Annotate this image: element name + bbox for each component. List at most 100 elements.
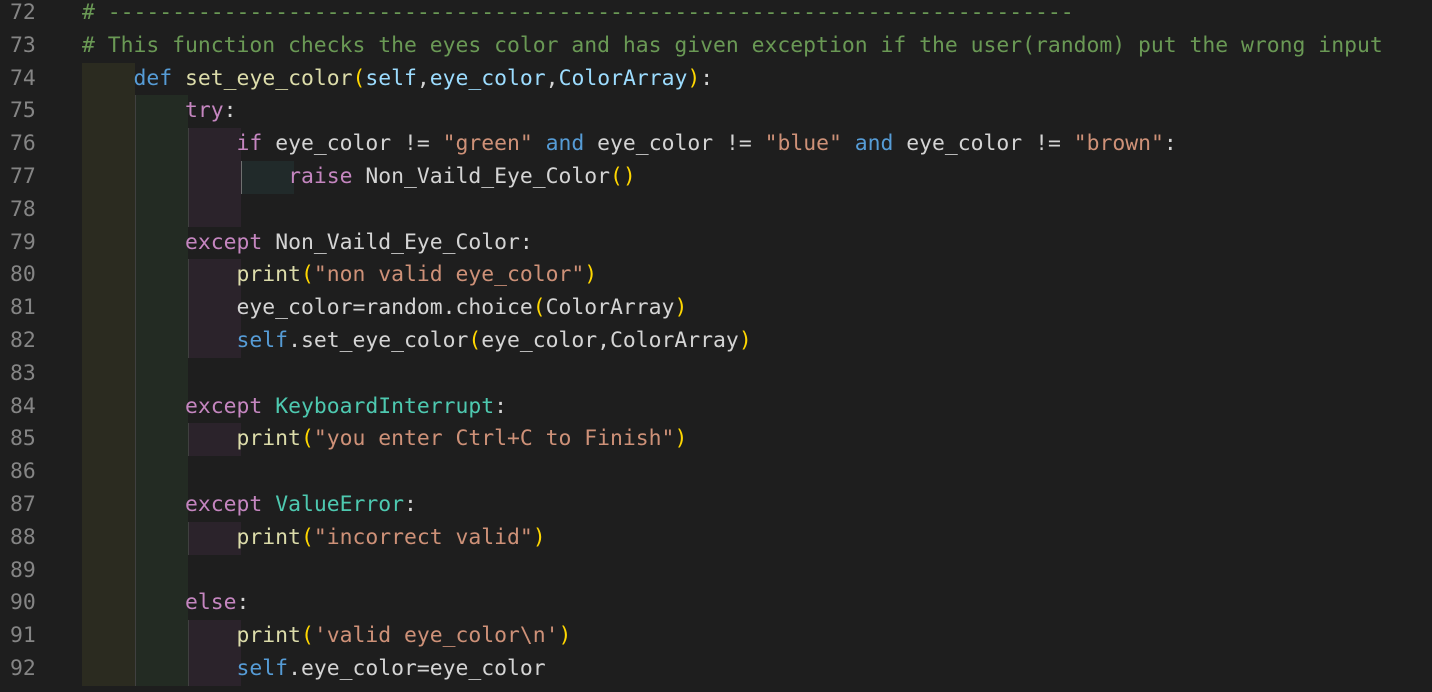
code-text[interactable]: try: xyxy=(82,95,237,128)
code-token: 'valid eye_color\n' xyxy=(313,623,559,649)
line-number[interactable]: 77 xyxy=(0,161,70,194)
code-token: : xyxy=(494,393,508,419)
code-line[interactable]: 73 # This function checks the eyes color … xyxy=(0,30,1432,63)
line-number[interactable]: 90 xyxy=(0,587,70,620)
code-line[interactable]: 78 xyxy=(0,193,1432,227)
line-number[interactable]: 75 xyxy=(0,95,70,128)
code-text[interactable]: self.eye_color=eye_color xyxy=(82,653,546,686)
code-line[interactable]: 84 except KeyboardInterrupt: xyxy=(0,390,1432,424)
code-token: : xyxy=(404,492,417,517)
code-token: "brown" xyxy=(1073,131,1164,157)
code-line[interactable]: 91 print('valid eye_color\n') xyxy=(0,620,1432,653)
code-text[interactable]: print('valid eye_color\n') xyxy=(82,620,572,653)
code-line[interactable]: 74 def set_eye_color(self,eye_color,Colo… xyxy=(0,62,1432,96)
code-line[interactable]: 72 # ------------------------------------… xyxy=(0,0,1432,30)
code-token: : xyxy=(1163,131,1177,157)
line-number[interactable]: 84 xyxy=(0,391,70,424)
code-token: : xyxy=(236,590,250,616)
code-text[interactable]: except Non_Vaild_Eye_Color: xyxy=(82,227,533,260)
code-token: def xyxy=(133,65,173,91)
code-token: ( xyxy=(468,328,482,353)
line-number[interactable]: 72 xyxy=(0,0,70,30)
code-text[interactable]: self.set_eye_color(eye_color,ColorArray) xyxy=(82,325,752,358)
indent-guide xyxy=(82,357,135,391)
code-line[interactable]: 77 raise Non_Vaild_Eye_Color() xyxy=(0,161,1432,194)
code-token: , xyxy=(416,65,430,91)
line-number[interactable]: 74 xyxy=(0,63,70,96)
code-token: "you enter Ctrl+C to Finish" xyxy=(313,426,675,452)
code-line[interactable]: 86 xyxy=(0,456,1432,489)
code-line[interactable]: 83 xyxy=(0,357,1432,391)
code-line[interactable]: 82 self.set_eye_color(eye_color,ColorArr… xyxy=(0,325,1432,358)
code-text[interactable]: eye_color=random.choice(ColorArray) xyxy=(82,292,688,325)
code-line[interactable]: 88 print("incorrect valid") xyxy=(0,521,1432,555)
code-line[interactable]: 79 except Non_Vaild_Eye_Color: xyxy=(0,226,1432,260)
code-line[interactable]: 92 self.eye_color=eye_color xyxy=(0,653,1432,686)
code-text[interactable]: # --------------------------------------… xyxy=(82,0,1074,30)
code-text[interactable]: # This function checks the eyes color an… xyxy=(82,30,1383,63)
code-line[interactable]: 81 eye_color=random.choice(ColorArray) xyxy=(0,292,1432,325)
code-token: ) xyxy=(674,295,688,321)
line-number[interactable]: 81 xyxy=(0,292,70,325)
code-token: print xyxy=(236,524,301,550)
code-text[interactable]: print("non valid eye_color") xyxy=(82,259,598,292)
code-line[interactable]: 80 print("non valid eye_color") xyxy=(0,259,1432,293)
code-text[interactable]: except KeyboardInterrupt: xyxy=(82,391,507,424)
code-line[interactable]: 85 print("you enter Ctrl+C to Finish") xyxy=(0,423,1432,457)
line-number[interactable]: 78 xyxy=(0,194,70,227)
line-number[interactable]: 85 xyxy=(0,423,70,456)
code-line[interactable]: 87 except ValueError: xyxy=(0,489,1432,522)
line-number[interactable]: 82 xyxy=(0,325,70,358)
code-text[interactable]: else: xyxy=(82,587,249,620)
line-number[interactable]: 79 xyxy=(0,227,70,260)
code-token: print xyxy=(236,262,301,288)
line-number[interactable]: 83 xyxy=(0,358,70,391)
code-text[interactable]: except ValueError: xyxy=(82,489,417,522)
code-text[interactable]: if eye_color != "green" and eye_color !=… xyxy=(82,128,1177,161)
line-number[interactable]: 76 xyxy=(0,128,70,161)
code-token: self xyxy=(236,328,289,353)
code-token: self xyxy=(365,65,417,91)
line-number[interactable]: 88 xyxy=(0,522,70,555)
code-token: ) xyxy=(558,623,572,649)
code-text[interactable]: print("you enter Ctrl+C to Finish") xyxy=(82,423,688,456)
code-line[interactable]: 89 xyxy=(0,554,1432,588)
code-token: ColorArray xyxy=(558,65,688,91)
code-token: eye_color != xyxy=(262,131,443,157)
code-text[interactable]: print("incorrect valid") xyxy=(82,522,546,555)
indent-guide xyxy=(135,456,188,489)
code-token: .eye_color=eye_color xyxy=(288,656,546,681)
line-number[interactable]: 92 xyxy=(0,653,70,686)
line-number[interactable]: 73 xyxy=(0,30,70,63)
code-token: Non_Vaild_Eye_Color: xyxy=(262,229,533,255)
code-text[interactable]: def set_eye_color(self,eye_color,ColorAr… xyxy=(82,63,714,96)
line-number[interactable]: 89 xyxy=(0,555,70,588)
code-token: ) xyxy=(674,426,688,452)
code-line[interactable]: 75 try: xyxy=(0,95,1432,129)
code-token: else xyxy=(185,590,237,616)
line-number[interactable]: 87 xyxy=(0,489,70,522)
indent-guide xyxy=(82,193,135,227)
code-token: # This function checks the eyes color an… xyxy=(82,32,1383,58)
code-token: if xyxy=(236,131,263,157)
line-number[interactable]: 80 xyxy=(0,259,70,292)
code-editor[interactable]: 72 # ------------------------------------… xyxy=(0,0,1432,692)
code-token: ( xyxy=(300,623,314,649)
code-line[interactable]: 90 else: xyxy=(0,587,1432,621)
indent-guide-line xyxy=(135,357,136,391)
code-token: ( xyxy=(532,295,546,321)
line-number[interactable]: 91 xyxy=(0,620,70,653)
code-text[interactable]: raise Non_Vaild_Eye_Color() xyxy=(82,161,636,194)
code-line[interactable]: 76 if eye_color != "green" and eye_color… xyxy=(0,128,1432,161)
line-number[interactable]: 86 xyxy=(0,456,70,489)
code-token: except xyxy=(185,393,263,419)
